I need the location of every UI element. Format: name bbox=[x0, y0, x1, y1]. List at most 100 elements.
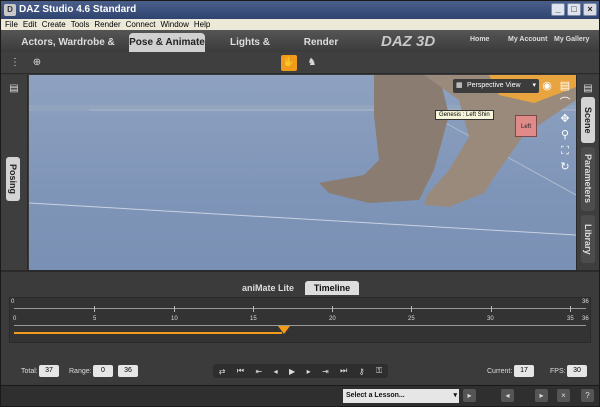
menu-create[interactable]: Create bbox=[42, 19, 71, 30]
menu-connect[interactable]: Connect bbox=[126, 19, 161, 30]
right-pane: ▤ Scene Parameters Library bbox=[576, 75, 599, 270]
viewport-scene bbox=[29, 75, 576, 236]
tab-library[interactable]: Library bbox=[581, 215, 595, 263]
menu-edit[interactable]: Edit bbox=[23, 19, 42, 30]
lesson-next-button[interactable]: ▸ bbox=[535, 389, 548, 402]
daz-logo: DAZ 3D bbox=[381, 33, 436, 50]
current-frame-field[interactable]: 17 bbox=[514, 365, 534, 377]
maximize-button[interactable]: □ bbox=[567, 3, 581, 16]
delete-key-icon[interactable]: ⚿ bbox=[376, 366, 382, 376]
total-frames-field[interactable]: 37 bbox=[39, 365, 59, 377]
orbit-icon[interactable]: ⌒ bbox=[559, 97, 571, 109]
play-icon[interactable]: ▶ bbox=[289, 367, 295, 376]
tick-label: 10 bbox=[171, 316, 178, 322]
range-label: Range: bbox=[69, 368, 92, 375]
menu-help[interactable]: Help bbox=[194, 19, 215, 30]
timeline-controls: Total: 37 Range: 0 36 ⇄ ⏮ ⇤ ◂ ▶ ▸ ⇥ ⏭ ⚷ … bbox=[1, 364, 599, 382]
tick-label: 35 bbox=[567, 316, 574, 322]
lesson-start-button[interactable]: ▸ bbox=[463, 389, 476, 402]
tick bbox=[174, 306, 175, 312]
my-gallery-link[interactable]: My Gallery bbox=[554, 36, 589, 43]
lesson-select-label: Select a Lesson... bbox=[346, 392, 405, 399]
tick-label: 36 bbox=[582, 316, 589, 322]
chevron-down-icon: ▾ bbox=[532, 82, 536, 89]
app-window: D DAZ Studio 4.6 Standard _ □ × File Edi… bbox=[0, 0, 600, 407]
loop-icon[interactable]: ⇄ bbox=[219, 367, 226, 376]
playback-controls: ⇄ ⏮ ⇤ ◂ ▶ ▸ ⇥ ⏭ ⚷ ⚿ bbox=[213, 364, 388, 378]
new-scene-icon[interactable]: ⊕ bbox=[29, 55, 45, 71]
minimize-button[interactable]: _ bbox=[551, 3, 565, 16]
add-key-icon[interactable]: ⚷ bbox=[359, 367, 365, 376]
tick bbox=[253, 306, 254, 312]
home-link[interactable]: Home bbox=[470, 36, 489, 43]
range-track[interactable] bbox=[14, 308, 586, 309]
animate-tool-icon[interactable]: ♞ bbox=[304, 55, 320, 71]
tab-scene[interactable]: Scene bbox=[581, 97, 595, 143]
tab-animate-lite[interactable]: aniMate Lite bbox=[233, 281, 303, 295]
prev-frame-icon[interactable]: ◂ bbox=[274, 367, 278, 376]
prev-key-icon[interactable]: ⇤ bbox=[255, 367, 262, 376]
frame-icon[interactable]: ⛶ bbox=[559, 145, 571, 157]
range-end-field[interactable]: 36 bbox=[118, 365, 138, 377]
node-tooltip: Genesis : Left Shin bbox=[435, 110, 494, 120]
tick-label: 0 bbox=[13, 316, 17, 322]
window-controls: _ □ × bbox=[551, 3, 597, 16]
pane-options-icon[interactable]: ▤ bbox=[580, 81, 596, 97]
scrub-track[interactable] bbox=[14, 325, 586, 326]
grid-line bbox=[29, 202, 576, 236]
next-key-icon[interactable]: ⇥ bbox=[322, 367, 329, 376]
left-foot[interactable] bbox=[319, 75, 449, 203]
pose-tool-icon[interactable]: ✋ bbox=[281, 55, 297, 71]
viewport-options-icon[interactable]: ▤ bbox=[559, 80, 571, 92]
view-cube[interactable]: Left bbox=[515, 115, 537, 137]
status-bar: Select a Lesson... ▾ ▸ ◂ ▸ × ? bbox=[1, 385, 599, 406]
menu-file[interactable]: File bbox=[5, 19, 23, 30]
toolbar: ⋮ ⊕ ✋ ♞ bbox=[1, 52, 599, 74]
help-button[interactable]: ? bbox=[581, 389, 594, 402]
tab-parameters[interactable]: Parameters bbox=[581, 147, 595, 211]
fps-field[interactable]: 30 bbox=[567, 365, 587, 377]
menu-tools[interactable]: Tools bbox=[71, 19, 95, 30]
menu-render[interactable]: Render bbox=[94, 19, 125, 30]
range-start-label: 0 bbox=[11, 299, 15, 305]
tab-pose-animate[interactable]: Pose & Animate bbox=[129, 33, 205, 52]
app-icon: D bbox=[4, 4, 16, 16]
grid-view-icon: ▦ bbox=[456, 82, 463, 89]
lesson-tips-button[interactable]: ◂ bbox=[501, 389, 514, 402]
menu-window[interactable]: Window bbox=[160, 19, 193, 30]
my-account-link[interactable]: My Account bbox=[508, 36, 547, 43]
pan-icon[interactable]: ✥ bbox=[559, 113, 571, 125]
menu-bar: File Edit Create Tools Render Connect Wi… bbox=[1, 19, 599, 30]
zoom-icon[interactable]: ⚲ bbox=[559, 129, 571, 141]
tick-label: 5 bbox=[93, 316, 97, 322]
tab-lights-cameras[interactable]: Lights & Cameras bbox=[209, 33, 291, 67]
range-end-label: 36 bbox=[582, 299, 589, 305]
window-title: DAZ Studio 4.6 Standard bbox=[19, 4, 137, 15]
timeline-ruler[interactable]: 0 36 0 5 10 15 20 25 30 35 36 bbox=[9, 297, 591, 343]
animation-pane: aniMate Lite Timeline 0 36 0 5 10 15 20 … bbox=[1, 270, 599, 382]
tick-label: 25 bbox=[408, 316, 415, 322]
playhead-marker[interactable] bbox=[278, 326, 290, 334]
first-frame-icon[interactable]: ⏮ bbox=[237, 366, 244, 376]
next-frame-icon[interactable]: ▸ bbox=[307, 367, 311, 376]
lesson-select[interactable]: Select a Lesson... ▾ bbox=[343, 389, 459, 403]
last-frame-icon[interactable]: ⏭ bbox=[340, 366, 347, 376]
lesson-close-button[interactable]: × bbox=[557, 389, 570, 402]
tab-render[interactable]: Render bbox=[297, 33, 345, 52]
view-selector[interactable]: ▦ Perspective View ▾ bbox=[453, 79, 539, 93]
tab-posing[interactable]: Posing bbox=[6, 157, 20, 201]
tab-actors-wardrobe-props[interactable]: Actors, Wardrobe & Props bbox=[9, 33, 127, 67]
fps-label: FPS: bbox=[550, 368, 566, 375]
camera-menu-icon[interactable]: ◉ bbox=[541, 80, 553, 92]
range-start-field[interactable]: 0 bbox=[93, 365, 113, 377]
tab-timeline[interactable]: Timeline bbox=[305, 281, 359, 295]
close-button[interactable]: × bbox=[583, 3, 597, 16]
3d-viewport[interactable]: ▦ Perspective View ▾ ◉ ▤ Genesis : Left … bbox=[29, 75, 576, 270]
tick bbox=[570, 306, 571, 312]
reset-view-icon[interactable]: ↻ bbox=[559, 161, 571, 173]
scrub-progress bbox=[14, 332, 282, 334]
view-selector-label: Perspective View bbox=[467, 82, 521, 89]
pane-options-icon[interactable]: ▤ bbox=[6, 81, 22, 97]
tick bbox=[94, 306, 95, 312]
tick-label: 30 bbox=[487, 316, 494, 322]
